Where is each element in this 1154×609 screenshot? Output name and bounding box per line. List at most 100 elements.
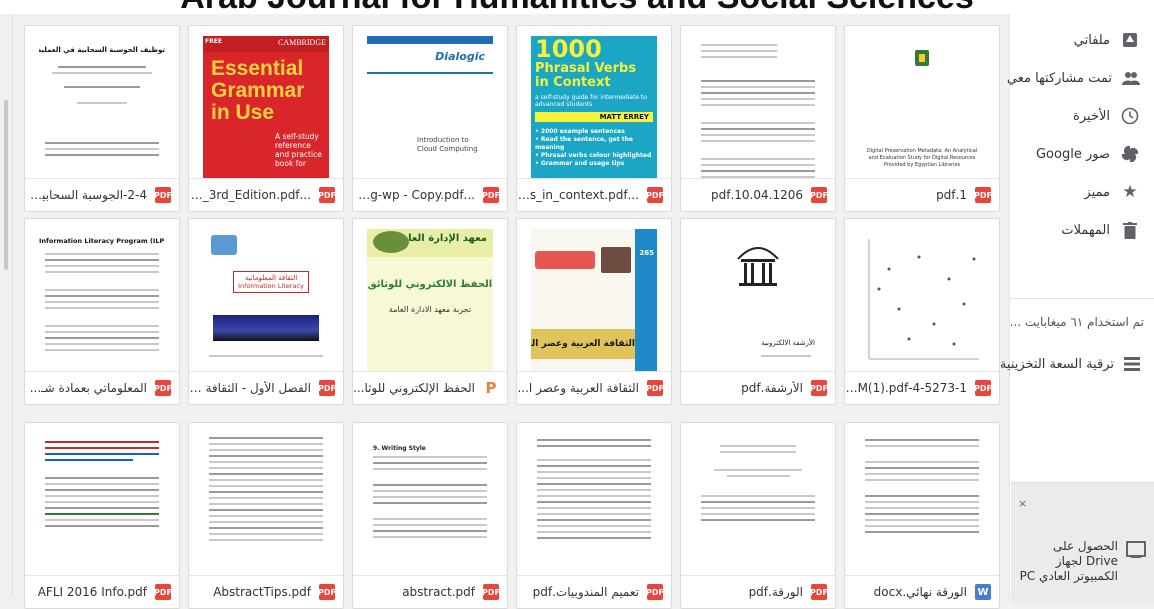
file-card[interactable]: Dialogic Introduction to Cloud Computing… bbox=[352, 25, 508, 212]
pdf-icon: PDF bbox=[810, 584, 828, 600]
thumbnail-title: الأرشفة الالكترونية bbox=[761, 339, 815, 347]
upgrade-storage-link[interactable]: ترقية السعة التخزينية bbox=[1000, 346, 1154, 382]
file-name: الثقافة العربية وعصر ا... bbox=[517, 381, 639, 395]
pdf-icon: PDF bbox=[318, 584, 336, 600]
file-name: المعلوماتي بعمادة شـ... bbox=[29, 381, 147, 395]
scrollbar-thumb[interactable] bbox=[4, 100, 8, 270]
file-card[interactable]: معهد الإدارة العامة الحفظ الالكتروني للو… bbox=[352, 218, 508, 405]
file-thumbnail bbox=[859, 229, 985, 374]
thumbnail-number: 1000 bbox=[535, 36, 602, 63]
sidebar-item-starred[interactable]: ★ مميز bbox=[1010, 174, 1154, 210]
thumbnail-subtitle: تجربة معهد الادارة العامة bbox=[388, 305, 472, 314]
file-name-bar: PDF 10.04.1206.pdf bbox=[681, 178, 835, 211]
sidebar-item-shared[interactable]: تمت مشاركتها معي bbox=[1006, 60, 1154, 96]
thumbnail-caption: Digital Preservation Metadata: An Analyt… bbox=[866, 148, 978, 168]
file-card[interactable]: الثقافة المعلوماتية Information Literacy… bbox=[188, 218, 344, 405]
pdf-icon: PDF bbox=[482, 584, 500, 600]
promo-text: الحصول على Drive لجهاز الكمبيوتر العادي … bbox=[1019, 539, 1118, 583]
thumbnail-brand: CAMBRIDGE bbox=[277, 38, 326, 47]
sidebar-item-trash[interactable]: المهملات bbox=[1010, 212, 1154, 248]
file-name: الفصل الأول - الثقافة ا... bbox=[189, 381, 311, 395]
file-card[interactable]: Information Literacy Program (ILP) PDF ا… bbox=[24, 218, 180, 405]
word-icon: W bbox=[975, 584, 991, 600]
storage-icon bbox=[1124, 354, 1140, 374]
file-thumbnail bbox=[695, 433, 821, 578]
file-card[interactable]: 9. Writing Style PDF abstract.pdf bbox=[352, 422, 508, 609]
file-card[interactable]: PDF 10.04.1206.pdf bbox=[680, 25, 836, 212]
file-card[interactable]: PDF الورقة.pdf bbox=[680, 422, 836, 609]
drive-desktop-promo[interactable]: × الحصول على Drive لجهاز الكمبيوتر العاد… bbox=[1011, 482, 1154, 603]
scrollbar[interactable] bbox=[0, 14, 13, 597]
thumbnail-title: Introduction to Cloud Computing bbox=[417, 136, 478, 153]
thumbnail-title: 9. Writing Style bbox=[373, 445, 426, 452]
file-name-bar: PDF ...se_-_3rd_Edition.pdf bbox=[189, 178, 343, 211]
sidebar-item-label: تمت مشاركتها معي bbox=[1006, 70, 1112, 86]
file-name-bar: PDF 4-5273-1-SM(1).pdf... bbox=[845, 371, 999, 404]
thumbnail-title: Essential Grammar in Use bbox=[211, 57, 305, 124]
thumbnail-title: توظيف الحوسبة السحابية في العملية التعلي… bbox=[39, 46, 165, 54]
pdf-icon: PDF bbox=[482, 187, 500, 203]
scatter-plot-thumbnail bbox=[868, 239, 979, 360]
file-thumbnail: 9. Writing Style bbox=[367, 433, 493, 578]
upgrade-storage-label: ترقية السعة التخزينية bbox=[999, 356, 1114, 372]
file-name: الحفظ الإلكتروني للوثا... bbox=[353, 381, 475, 395]
file-thumbnail: الأرشفة الالكترونية bbox=[695, 229, 821, 374]
file-card[interactable]: PDF AbstractTips.pdf bbox=[188, 422, 344, 609]
file-card[interactable]: FREE CAMBRIDGE Essential Grammar in Use … bbox=[188, 25, 344, 212]
file-name: الأرشفة.pdf bbox=[741, 381, 803, 395]
pdf-icon: PDF bbox=[646, 187, 664, 203]
file-card[interactable]: PDF 4-5273-1-SM(1).pdf... bbox=[844, 218, 1000, 405]
pdf-icon: PDF bbox=[318, 380, 336, 396]
powerpoint-icon: P bbox=[485, 379, 497, 397]
file-card[interactable]: W الورقة نهائي.docx bbox=[844, 422, 1000, 609]
file-thumbnail: Information Literacy Program (ILP) bbox=[39, 229, 165, 374]
file-name-bar: PDF تعميم المندوبيات.pdf bbox=[517, 575, 671, 608]
file-card[interactable]: 265 الثقافة العربية وعصر المعلومات PDF ا… bbox=[516, 218, 672, 405]
file-thumbnail bbox=[531, 433, 657, 578]
file-thumbnail bbox=[203, 433, 329, 578]
file-card[interactable]: توظيف الحوسبة السحابية في العملية التعلي… bbox=[24, 25, 180, 212]
file-thumbnail: Digital Preservation Metadata: An Analyt… bbox=[859, 36, 985, 181]
file-card[interactable]: 1000 Phrasal Verbs in Context a self-stu… bbox=[516, 25, 672, 212]
pdf-icon: PDF bbox=[810, 380, 828, 396]
title-banner: Arab Journal for Humanities and Social S… bbox=[0, 0, 1154, 14]
sidebar-item-label: مميز bbox=[1084, 184, 1110, 200]
thumbnail-title: Phrasal Verbs in Context bbox=[535, 61, 637, 90]
file-card[interactable]: Digital Preservation Metadata: An Analyt… bbox=[844, 25, 1000, 212]
thumbnail-subtitle: a self-study guide for intermediate to a… bbox=[535, 94, 647, 108]
file-name-bar: PDF الثقافة العربية وعصر ا... bbox=[517, 371, 671, 404]
clock-icon bbox=[1120, 106, 1140, 126]
sidebar-item-my-drive[interactable]: ملفاتي bbox=[1010, 22, 1154, 58]
file-thumbnail: 1000 Phrasal Verbs in Context a self-stu… bbox=[531, 36, 657, 181]
trash-icon bbox=[1120, 220, 1140, 240]
file-name-bar: PDF ...puting-wp - Copy.pdf bbox=[353, 178, 507, 211]
file-name-bar: PDF abstract.pdf bbox=[353, 575, 507, 608]
thumbnail-subtitle: Information Literacy bbox=[238, 282, 304, 290]
photos-icon bbox=[1120, 144, 1140, 164]
pdf-icon: PDF bbox=[646, 584, 664, 600]
page-title: Arab Journal for Humanities and Social S… bbox=[0, 0, 1154, 14]
file-thumbnail: 265 الثقافة العربية وعصر المعلومات bbox=[531, 229, 657, 374]
file-name-bar: PDF ...verbs_in_context.pdf bbox=[517, 178, 671, 211]
sidebar-item-photos[interactable]: صور Google bbox=[1010, 136, 1154, 172]
thumbnail-author: MATT ERREY bbox=[599, 113, 649, 121]
file-card[interactable]: PDF تعميم المندوبيات.pdf bbox=[516, 422, 672, 609]
file-name: 2-4-الجوسبة السحابية ... bbox=[25, 188, 147, 202]
sidebar-item-label: صور Google bbox=[1035, 146, 1110, 162]
sidebar-item-recent[interactable]: الأخيرة bbox=[1010, 98, 1154, 134]
close-icon[interactable]: × bbox=[1018, 497, 1027, 510]
thumbnail-bullets: • 2000 example sentences • Read the sent… bbox=[535, 128, 652, 167]
storage-usage: تم استخدام ٦١ ميغابايت ... bbox=[1009, 315, 1144, 329]
sidebar: ملفاتي تمت مشاركتها معي الأخيرة صور Goog… bbox=[1000, 14, 1154, 603]
file-card[interactable]: الأرشفة الالكترونية PDF الأرشفة.pdf bbox=[680, 218, 836, 405]
sidebar-item-label: الأخيرة bbox=[1073, 108, 1110, 124]
pdf-icon: PDF bbox=[810, 187, 828, 203]
file-name-bar: PDF AbstractTips.pdf bbox=[189, 575, 343, 608]
pdf-icon: PDF bbox=[154, 584, 172, 600]
pdf-icon: PDF bbox=[318, 187, 336, 203]
divider bbox=[1010, 298, 1154, 299]
pdf-icon: PDF bbox=[154, 187, 172, 203]
file-name-bar: PDF 2-4-الجوسبة السحابية ... bbox=[25, 178, 179, 211]
file-card[interactable]: PDF AFLI 2016 Info.pdf bbox=[24, 422, 180, 609]
building-logo-icon bbox=[737, 247, 779, 286]
